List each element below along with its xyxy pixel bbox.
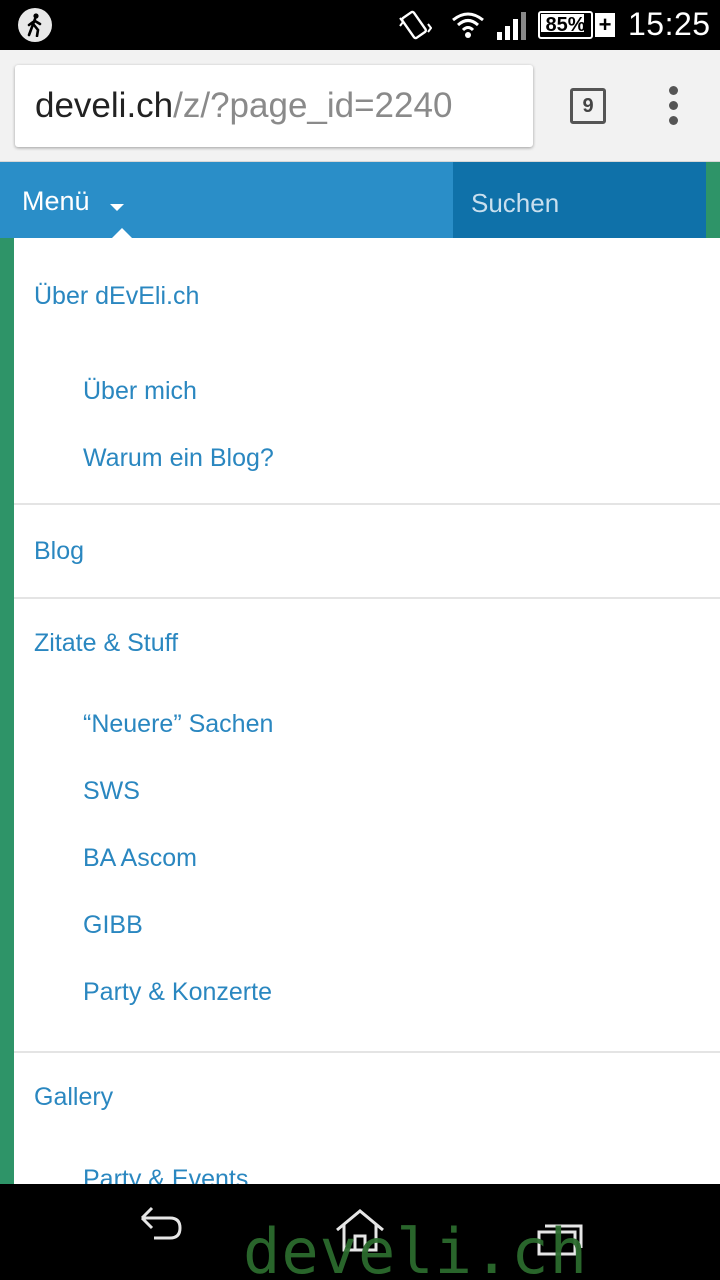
menu-toggle[interactable]: Menü: [22, 162, 90, 238]
menu-subitem-ba-ascom[interactable]: BA Ascom: [14, 825, 720, 892]
battery-percent: 85%: [545, 14, 586, 36]
menu-subitem-gibb[interactable]: GIBB: [14, 892, 720, 959]
menu-subitem-neuere-sachen[interactable]: “Neuere” Sachen: [14, 691, 720, 758]
menu-item-ueber-develi[interactable]: Über dEvEli.ch: [14, 238, 720, 358]
menu-subitem-warum-blog[interactable]: Warum ein Blog?: [14, 425, 720, 492]
url-bar[interactable]: develi.ch/z/?page_id=2240: [15, 65, 533, 147]
web-page: Menü Suchen Über dEvEli.ch Über mich War…: [0, 162, 720, 1184]
dropdown-menu: Über dEvEli.ch Über mich Warum ein Blog?…: [14, 238, 720, 1184]
status-bar: 85% + 15:25: [0, 0, 720, 50]
menu-item-blog[interactable]: Blog: [14, 505, 720, 597]
site-navbar: Menü Suchen: [0, 162, 706, 239]
tab-switcher-button[interactable]: 9: [570, 88, 606, 124]
back-icon[interactable]: [136, 1204, 186, 1244]
menu-subitem-party-events[interactable]: Party & Events: [14, 1145, 720, 1184]
menu-section-gallery: Gallery Party & Events: [14, 1053, 720, 1184]
battery-icon: 85% +: [538, 11, 616, 39]
menu-subitem-party-konzerte[interactable]: Party & Konzerte: [14, 959, 720, 1026]
menu-section-zitate: Zitate & Stuff “Neuere” Sachen SWS BA As…: [14, 599, 720, 1053]
wifi-icon: [452, 12, 484, 38]
charging-indicator: +: [595, 13, 615, 37]
signal-icon: [497, 12, 526, 40]
search-input[interactable]: Suchen: [453, 162, 706, 238]
menu-section-blog: Blog: [14, 505, 720, 599]
url-path: /z/?page_id=2240: [173, 86, 453, 125]
menu-item-gallery[interactable]: Gallery: [14, 1053, 720, 1145]
overflow-menu-icon[interactable]: [660, 86, 688, 126]
vibrate-icon: [399, 10, 432, 40]
walking-person-icon: [18, 8, 52, 42]
browser-toolbar: develi.ch/z/?page_id=2240 9: [0, 50, 720, 162]
watermark: develi.ch: [243, 1215, 588, 1280]
clock: 15:25: [628, 6, 711, 42]
menu-subitem-sws[interactable]: SWS: [14, 758, 720, 825]
menu-subitem-ueber-mich[interactable]: Über mich: [14, 358, 720, 425]
menu-section-ueber: Über dEvEli.ch Über mich Warum ein Blog?: [14, 238, 720, 505]
caret-down-icon: [110, 204, 124, 211]
url-domain: develi.ch: [35, 86, 174, 125]
